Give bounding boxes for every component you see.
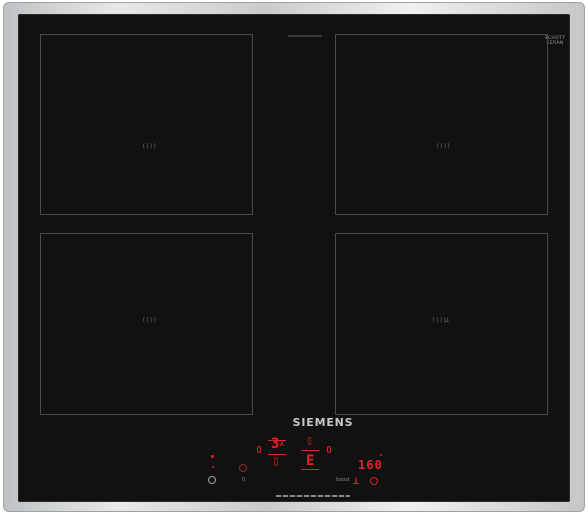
power-slider[interactable]	[276, 495, 350, 497]
zone-rear-right-top[interactable]: (())	[335, 34, 548, 215]
right-zone-selector[interactable]	[327, 446, 331, 453]
zone-extra-icon: ⊥	[445, 316, 450, 324]
zone-marker-1: (())	[142, 143, 157, 150]
glass-cooktop: SCHOTT CERAN (()) (()) (()) (()) ⊥ SIEME…	[18, 14, 570, 502]
center-display-top-line	[301, 450, 319, 451]
left-power-sub: A	[280, 441, 284, 448]
timer-icon[interactable]	[370, 477, 378, 485]
top-edge-marking	[288, 35, 322, 37]
left-zone-selector[interactable]	[257, 446, 261, 453]
left-lower-display: ▯	[272, 454, 280, 469]
timer-display: 160	[358, 458, 383, 472]
zone-front-left-top[interactable]: (())	[40, 34, 253, 215]
power-icon[interactable]	[208, 476, 216, 484]
timer-indicator-dot	[380, 454, 382, 456]
left-power-display: 3	[271, 436, 280, 452]
slider-min-label: 0	[242, 477, 246, 483]
center-upper-display: ▯	[306, 433, 314, 447]
child-lock-icon[interactable]	[239, 464, 247, 472]
zone-left-bottom[interactable]: (())	[40, 233, 253, 415]
slider-max-label: boost	[336, 477, 350, 483]
left-indicator-dot-1	[211, 455, 214, 458]
zone-marker-3: (())	[142, 317, 157, 324]
center-power-display: E	[306, 453, 315, 469]
left-indicator-dot-2	[212, 466, 214, 468]
zone-right-bottom[interactable]: (()) ⊥	[335, 233, 548, 415]
center-display-bottom-line	[301, 469, 319, 470]
brand-logo: SIEMENS	[292, 416, 354, 429]
boost-icon[interactable]: ⊥	[353, 475, 359, 489]
zone-marker-2: (())	[436, 143, 451, 150]
